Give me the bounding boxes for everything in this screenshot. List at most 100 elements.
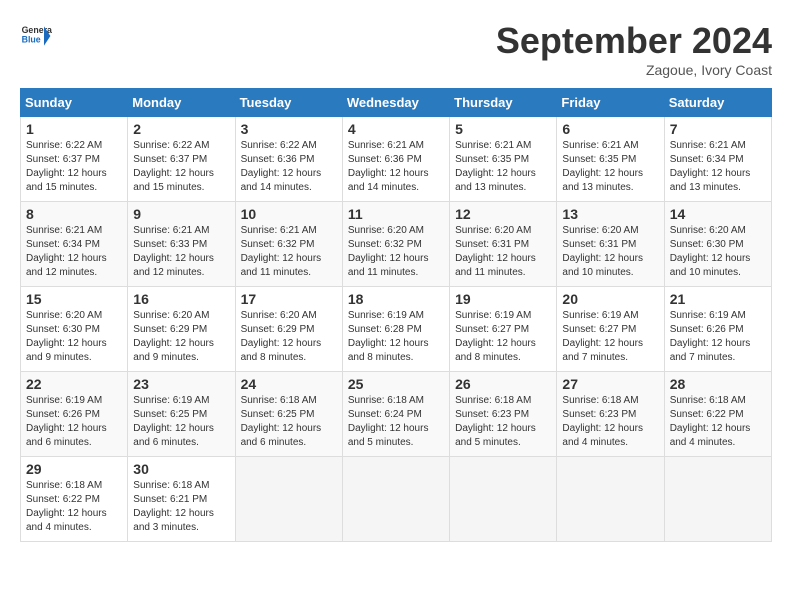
day-info: Sunrise: 6:19 AMSunset: 6:26 PMDaylight:…: [26, 394, 122, 450]
day-number: 3: [241, 121, 337, 137]
day-info: Sunrise: 6:18 AMSunset: 6:23 PMDaylight:…: [455, 394, 551, 450]
day-number: 23: [133, 376, 229, 392]
table-row: 5Sunrise: 6:21 AMSunset: 6:35 PMDaylight…: [450, 117, 557, 202]
day-info: Sunrise: 6:18 AMSunset: 6:25 PMDaylight:…: [241, 394, 337, 450]
day-info: Sunrise: 6:20 AMSunset: 6:31 PMDaylight:…: [455, 224, 551, 280]
day-number: 14: [670, 206, 766, 222]
table-row: 12 Sunrise: 6:20 AMSunset: 6:31 PMDayligh…: [450, 202, 557, 287]
day-number: 15: [26, 291, 122, 307]
page-header: General Blue September 2024 Zagoue, Ivor…: [20, 20, 772, 78]
day-info: Sunrise: 6:20 AMSunset: 6:31 PMDaylight:…: [562, 224, 658, 280]
day-info: Sunrise: 6:21 AMSunset: 6:34 PMDaylight:…: [26, 224, 122, 280]
day-info: Sunrise: 6:20 AMSunset: 6:32 PMDaylight:…: [348, 224, 444, 280]
day-info: Sunrise: 6:22 AMSunset: 6:37 PMDaylight:…: [133, 139, 229, 195]
day-number: 12: [455, 206, 551, 222]
day-number: 29: [26, 461, 122, 477]
day-number: 9: [133, 206, 229, 222]
table-row: 24 Sunrise: 6:18 AMSunset: 6:25 PMDayligh…: [235, 372, 342, 457]
table-row: [235, 457, 342, 542]
month-title: September 2024: [496, 20, 772, 62]
day-info: Sunrise: 6:19 AMSunset: 6:25 PMDaylight:…: [133, 394, 229, 450]
logo: General Blue: [20, 20, 52, 52]
day-number: 13: [562, 206, 658, 222]
day-info: Sunrise: 6:22 AMSunset: 6:36 PMDaylight:…: [241, 139, 337, 195]
header-monday: Monday: [128, 89, 235, 117]
day-info: Sunrise: 6:20 AMSunset: 6:30 PMDaylight:…: [670, 224, 766, 280]
table-row: 17 Sunrise: 6:20 AMSunset: 6:29 PMDayligh…: [235, 287, 342, 372]
table-row: 13 Sunrise: 6:20 AMSunset: 6:31 PMDayligh…: [557, 202, 664, 287]
table-row: 8 Sunrise: 6:21 AMSunset: 6:34 PMDaylight…: [21, 202, 128, 287]
day-info: Sunrise: 6:22 AMSunset: 6:37 PMDaylight:…: [26, 139, 122, 195]
day-info: Sunrise: 6:18 AMSunset: 6:21 PMDaylight:…: [133, 479, 229, 535]
day-number: 20: [562, 291, 658, 307]
day-number: 8: [26, 206, 122, 222]
day-info: Sunrise: 6:21 AMSunset: 6:32 PMDaylight:…: [241, 224, 337, 280]
calendar-table: Sunday Monday Tuesday Wednesday Thursday…: [20, 88, 772, 542]
header-tuesday: Tuesday: [235, 89, 342, 117]
header-thursday: Thursday: [450, 89, 557, 117]
day-info: Sunrise: 6:19 AMSunset: 6:28 PMDaylight:…: [348, 309, 444, 365]
day-number: 2: [133, 121, 229, 137]
table-row: 21 Sunrise: 6:19 AMSunset: 6:26 PMDayligh…: [664, 287, 771, 372]
day-number: 18: [348, 291, 444, 307]
day-info: Sunrise: 6:18 AMSunset: 6:23 PMDaylight:…: [562, 394, 658, 450]
day-number: 30: [133, 461, 229, 477]
day-number: 26: [455, 376, 551, 392]
table-row: 23 Sunrise: 6:19 AMSunset: 6:25 PMDayligh…: [128, 372, 235, 457]
day-number: 1: [26, 121, 122, 137]
header-wednesday: Wednesday: [342, 89, 449, 117]
table-row: 15 Sunrise: 6:20 AMSunset: 6:30 PMDayligh…: [21, 287, 128, 372]
table-row: 26 Sunrise: 6:18 AMSunset: 6:23 PMDayligh…: [450, 372, 557, 457]
calendar-week-4: 22 Sunrise: 6:19 AMSunset: 6:26 PMDayligh…: [21, 372, 772, 457]
day-number: 16: [133, 291, 229, 307]
day-info: Sunrise: 6:21 AMSunset: 6:33 PMDaylight:…: [133, 224, 229, 280]
table-row: [557, 457, 664, 542]
calendar-week-1: 1 Sunrise: 6:22 AMSunset: 6:37 PMDaylight…: [21, 117, 772, 202]
day-info: Sunrise: 6:21 AMSunset: 6:36 PMDaylight:…: [348, 139, 444, 195]
day-number: 28: [670, 376, 766, 392]
table-row: 22 Sunrise: 6:19 AMSunset: 6:26 PMDayligh…: [21, 372, 128, 457]
day-number: 7: [670, 121, 766, 137]
table-row: 19 Sunrise: 6:19 AMSunset: 6:27 PMDayligh…: [450, 287, 557, 372]
day-info: Sunrise: 6:21 AMSunset: 6:35 PMDaylight:…: [562, 139, 658, 195]
day-number: 6: [562, 121, 658, 137]
day-number: 25: [348, 376, 444, 392]
day-number: 19: [455, 291, 551, 307]
table-row: 1 Sunrise: 6:22 AMSunset: 6:37 PMDaylight…: [21, 117, 128, 202]
day-number: 24: [241, 376, 337, 392]
table-row: 16 Sunrise: 6:20 AMSunset: 6:29 PMDayligh…: [128, 287, 235, 372]
table-row: 9 Sunrise: 6:21 AMSunset: 6:33 PMDaylight…: [128, 202, 235, 287]
day-info: Sunrise: 6:21 AMSunset: 6:35 PMDaylight:…: [455, 139, 551, 195]
title-section: September 2024 Zagoue, Ivory Coast: [496, 20, 772, 78]
day-info: Sunrise: 6:19 AMSunset: 6:26 PMDaylight:…: [670, 309, 766, 365]
day-info: Sunrise: 6:20 AMSunset: 6:29 PMDaylight:…: [133, 309, 229, 365]
day-info: Sunrise: 6:18 AMSunset: 6:24 PMDaylight:…: [348, 394, 444, 450]
table-row: 11Sunrise: 6:20 AMSunset: 6:32 PMDayligh…: [342, 202, 449, 287]
table-row: 28 Sunrise: 6:18 AMSunset: 6:22 PMDayligh…: [664, 372, 771, 457]
header-friday: Friday: [557, 89, 664, 117]
location: Zagoue, Ivory Coast: [496, 62, 772, 78]
day-info: Sunrise: 6:18 AMSunset: 6:22 PMDaylight:…: [670, 394, 766, 450]
table-row: 27Sunrise: 6:18 AMSunset: 6:23 PMDayligh…: [557, 372, 664, 457]
table-row: 30 Sunrise: 6:18 AMSunset: 6:21 PMDayligh…: [128, 457, 235, 542]
table-row: 2 Sunrise: 6:22 AMSunset: 6:37 PMDaylight…: [128, 117, 235, 202]
table-row: [664, 457, 771, 542]
header-saturday: Saturday: [664, 89, 771, 117]
table-row: 29Sunrise: 6:18 AMSunset: 6:22 PMDayligh…: [21, 457, 128, 542]
header-row: Sunday Monday Tuesday Wednesday Thursday…: [21, 89, 772, 117]
table-row: 4Sunrise: 6:21 AMSunset: 6:36 PMDaylight…: [342, 117, 449, 202]
table-row: 20Sunrise: 6:19 AMSunset: 6:27 PMDayligh…: [557, 287, 664, 372]
calendar-week-2: 8 Sunrise: 6:21 AMSunset: 6:34 PMDaylight…: [21, 202, 772, 287]
day-number: 21: [670, 291, 766, 307]
table-row: 25 Sunrise: 6:18 AMSunset: 6:24 PMDayligh…: [342, 372, 449, 457]
table-row: 14 Sunrise: 6:20 AMSunset: 6:30 PMDayligh…: [664, 202, 771, 287]
day-number: 22: [26, 376, 122, 392]
day-number: 17: [241, 291, 337, 307]
day-info: Sunrise: 6:20 AMSunset: 6:30 PMDaylight:…: [26, 309, 122, 365]
table-row: 18 Sunrise: 6:19 AMSunset: 6:28 PMDayligh…: [342, 287, 449, 372]
day-info: Sunrise: 6:20 AMSunset: 6:29 PMDaylight:…: [241, 309, 337, 365]
table-row: 3 Sunrise: 6:22 AMSunset: 6:36 PMDaylight…: [235, 117, 342, 202]
svg-text:Blue: Blue: [22, 34, 41, 44]
table-row: 10Sunrise: 6:21 AMSunset: 6:32 PMDayligh…: [235, 202, 342, 287]
day-info: Sunrise: 6:19 AMSunset: 6:27 PMDaylight:…: [455, 309, 551, 365]
